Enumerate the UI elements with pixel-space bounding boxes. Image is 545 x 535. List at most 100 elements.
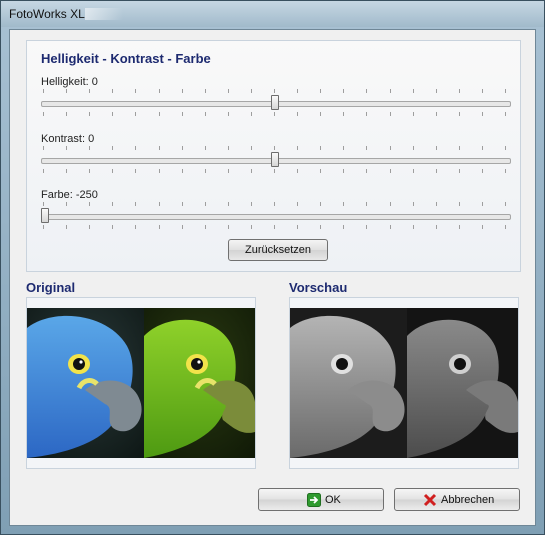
slider-tick bbox=[297, 146, 298, 150]
slider-tick bbox=[112, 112, 113, 116]
ok-button[interactable]: OK bbox=[258, 488, 384, 511]
ok-label: OK bbox=[325, 494, 341, 506]
slider-tick bbox=[228, 112, 229, 116]
slider-tick bbox=[366, 146, 367, 150]
original-image-frame bbox=[26, 297, 256, 469]
slider-tick bbox=[343, 225, 344, 229]
slider-tick bbox=[159, 202, 160, 206]
slider-tick bbox=[112, 202, 113, 206]
slider-tick bbox=[43, 202, 44, 206]
slider-tick bbox=[482, 89, 483, 93]
slider-tick bbox=[297, 225, 298, 229]
fotoworks-window: FotoWorks XL Helligkeit - Kontrast - Far… bbox=[0, 0, 545, 535]
slider-tick bbox=[482, 169, 483, 173]
slider-tick bbox=[459, 169, 460, 173]
contrast-label: Kontrast: 0 bbox=[41, 133, 95, 145]
slider-tick bbox=[251, 112, 252, 116]
slider-tick bbox=[228, 146, 229, 150]
slider-tick bbox=[274, 146, 275, 150]
slider-tick bbox=[251, 202, 252, 206]
slider-tick bbox=[459, 112, 460, 116]
slider-tick bbox=[390, 89, 391, 93]
slider-tick bbox=[297, 202, 298, 206]
slider-tick bbox=[43, 169, 44, 173]
slider-tick bbox=[436, 146, 437, 150]
contrast-slider-block: Kontrast: 0 bbox=[41, 133, 511, 179]
color-slider-thumb[interactable] bbox=[41, 208, 49, 223]
slider-tick bbox=[205, 112, 206, 116]
slider-tick bbox=[505, 112, 506, 116]
cancel-label: Abbrechen bbox=[441, 494, 495, 506]
slider-tick bbox=[320, 89, 321, 93]
slider-tick bbox=[159, 225, 160, 229]
contrast-slider-thumb[interactable] bbox=[271, 152, 279, 167]
slider-tick bbox=[482, 225, 483, 229]
slider-tick bbox=[274, 112, 275, 116]
slider-tick bbox=[89, 89, 90, 93]
cancel-button[interactable]: Abbrechen bbox=[394, 488, 520, 511]
slider-tick bbox=[366, 202, 367, 206]
slider-tick bbox=[89, 146, 90, 150]
title-bar[interactable]: FotoWorks XL bbox=[1, 1, 544, 27]
slider-tick bbox=[159, 112, 160, 116]
slider-tick bbox=[505, 225, 506, 229]
slider-tick bbox=[366, 89, 367, 93]
slider-tick bbox=[43, 225, 44, 229]
slider-tick bbox=[205, 225, 206, 229]
title-glow bbox=[85, 8, 123, 20]
slider-tick bbox=[274, 202, 275, 206]
slider-tick bbox=[66, 225, 67, 229]
slider-tick bbox=[413, 225, 414, 229]
slider-tick bbox=[89, 169, 90, 173]
slider-tick bbox=[135, 146, 136, 150]
slider-tick bbox=[43, 112, 44, 116]
color-track[interactable] bbox=[41, 214, 511, 220]
slider-tick bbox=[320, 146, 321, 150]
slider-tick bbox=[343, 89, 344, 93]
slider-tick bbox=[43, 146, 44, 150]
slider-tick bbox=[89, 225, 90, 229]
slider-tick bbox=[66, 146, 67, 150]
slider-tick bbox=[274, 89, 275, 93]
slider-tick bbox=[43, 89, 44, 93]
slider-tick bbox=[459, 146, 460, 150]
slider-tick bbox=[436, 202, 437, 206]
slider-tick bbox=[274, 169, 275, 173]
slider-tick bbox=[413, 112, 414, 116]
slider-tick bbox=[320, 169, 321, 173]
brightness-slider-thumb[interactable] bbox=[271, 95, 279, 110]
slider-tick bbox=[320, 225, 321, 229]
slider-tick bbox=[135, 202, 136, 206]
slider-tick bbox=[390, 146, 391, 150]
preview-image-frame bbox=[289, 297, 519, 469]
slider-tick bbox=[343, 169, 344, 173]
slider-tick bbox=[66, 202, 67, 206]
red-x-icon bbox=[423, 493, 437, 507]
color-label: Farbe: -250 bbox=[41, 189, 98, 201]
slider-tick bbox=[135, 112, 136, 116]
slider-tick bbox=[482, 146, 483, 150]
slider-tick bbox=[366, 225, 367, 229]
slider-tick bbox=[112, 146, 113, 150]
slider-tick bbox=[413, 202, 414, 206]
slider-tick bbox=[320, 202, 321, 206]
slider-tick bbox=[320, 112, 321, 116]
slider-tick bbox=[482, 112, 483, 116]
dialog-client-area: Helligkeit - Kontrast - Farbe Helligkeit… bbox=[9, 29, 536, 526]
slider-tick bbox=[505, 202, 506, 206]
slider-tick bbox=[505, 169, 506, 173]
reset-button[interactable]: Zurücksetzen bbox=[228, 239, 328, 261]
slider-tick bbox=[436, 225, 437, 229]
slider-tick bbox=[182, 146, 183, 150]
slider-tick bbox=[182, 112, 183, 116]
slider-tick bbox=[89, 112, 90, 116]
slider-tick bbox=[459, 89, 460, 93]
preview-image bbox=[290, 308, 518, 458]
slider-tick bbox=[251, 225, 252, 229]
slider-tick bbox=[297, 112, 298, 116]
slider-tick bbox=[135, 225, 136, 229]
slider-tick bbox=[112, 89, 113, 93]
slider-tick bbox=[159, 169, 160, 173]
slider-tick bbox=[413, 169, 414, 173]
slider-tick bbox=[159, 146, 160, 150]
